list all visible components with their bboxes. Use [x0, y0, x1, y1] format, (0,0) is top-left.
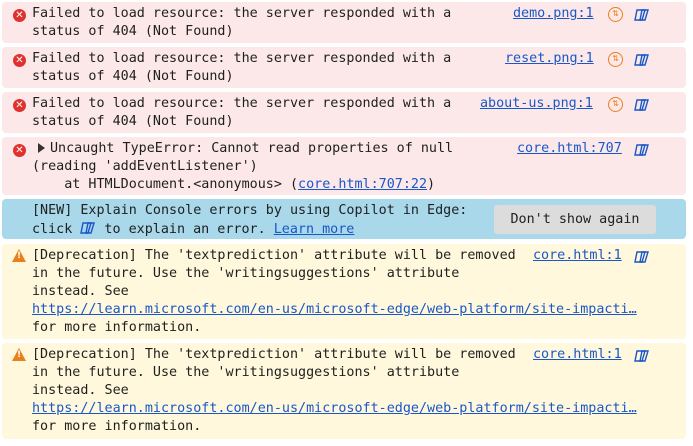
expand-triangle-icon[interactable] — [38, 143, 45, 153]
network-request-icon[interactable]: ⇅ — [608, 7, 623, 22]
dont-show-again-button[interactable]: Don't show again — [494, 205, 656, 234]
stack-trace-text: ) — [427, 177, 436, 192]
message-text: for more information. — [32, 419, 202, 434]
source-link[interactable]: core.html:1 — [533, 346, 622, 364]
message-text: Failed to load resource: the server resp… — [32, 6, 452, 21]
deprecation-url-link[interactable]: https://learn.microsoft.com/en-us/micros… — [32, 301, 637, 319]
message-text: status of 404 (Not Found) — [32, 114, 234, 129]
console-warning-message: ! [Deprecation] The 'textprediction' att… — [2, 343, 686, 439]
console-error-message: ✕ Failed to load resource: the server re… — [2, 92, 686, 133]
stack-trace-link[interactable]: core.html:707:22 — [298, 177, 427, 192]
source-link[interactable]: reset.png:1 — [505, 50, 594, 68]
console-error-message: ✕ Failed to load resource: the server re… — [2, 2, 686, 43]
copilot-explain-icon — [80, 222, 96, 234]
warning-triangle-icon: ! — [12, 348, 26, 361]
message-text: [Deprecation] The 'textprediction' attri… — [32, 248, 516, 263]
copilot-explain-icon[interactable] — [634, 142, 650, 158]
copilot-explain-icon[interactable] — [634, 52, 650, 68]
source-link[interactable]: about-us.png:1 — [480, 95, 593, 113]
source-link[interactable]: demo.png:1 — [513, 5, 594, 23]
console-error-message: ✕ Failed to load resource: the server re… — [2, 47, 686, 88]
console-error-message: ✕ Uncaught TypeError: Cannot read proper… — [2, 137, 686, 195]
copilot-explain-icon[interactable] — [634, 249, 650, 265]
message-text: [Deprecation] The 'textprediction' attri… — [32, 347, 516, 362]
message-text: in the future. Use the 'writingsuggestio… — [32, 266, 460, 281]
banner-text-line: click to explain an error. Learn more — [32, 220, 354, 239]
copilot-banner: [NEW] Explain Console errors by using Co… — [2, 199, 686, 239]
error-circle-icon: ✕ — [13, 144, 26, 157]
network-request-icon[interactable]: ⇅ — [608, 52, 623, 67]
message-text: (reading 'addEventListener') — [32, 159, 258, 174]
banner-text: click — [32, 222, 73, 237]
stack-trace-line: at HTMLDocument.<anonymous> (core.html:7… — [32, 176, 435, 194]
error-circle-icon: ✕ — [13, 9, 26, 22]
message-text: status of 404 (Not Found) — [32, 24, 234, 39]
message-text: for more information. — [32, 320, 202, 335]
copilot-explain-icon[interactable] — [634, 348, 650, 364]
deprecation-url-link[interactable]: https://learn.microsoft.com/en-us/micros… — [32, 400, 637, 418]
source-link[interactable]: core.html:707 — [517, 140, 622, 158]
message-text: Failed to load resource: the server resp… — [32, 96, 452, 111]
warning-triangle-icon: ! — [12, 249, 26, 262]
stack-trace-text: at HTMLDocument.<anonymous> ( — [32, 177, 299, 192]
network-request-icon[interactable]: ⇅ — [608, 97, 623, 112]
error-circle-icon: ✕ — [13, 99, 26, 112]
copilot-explain-icon[interactable] — [634, 97, 650, 113]
console-panel: ✕ Failed to load resource: the server re… — [0, 0, 693, 446]
error-circle-icon: ✕ — [13, 54, 26, 67]
message-text: in the future. Use the 'writingsuggestio… — [32, 365, 460, 380]
message-text: instead. See — [32, 383, 129, 398]
banner-text: [NEW] Explain Console errors by using Co… — [32, 203, 468, 218]
message-text: instead. See — [32, 284, 129, 299]
copilot-explain-icon[interactable] — [634, 7, 650, 23]
message-text: Uncaught TypeError: Cannot read properti… — [50, 141, 454, 156]
learn-more-link[interactable]: Learn more — [274, 222, 355, 237]
message-text: status of 404 (Not Found) — [32, 69, 234, 84]
console-warning-message: ! [Deprecation] The 'textprediction' att… — [2, 244, 686, 339]
message-text: Failed to load resource: the server resp… — [32, 51, 452, 66]
banner-text: to explain an error. — [96, 222, 266, 237]
source-link[interactable]: core.html:1 — [533, 247, 622, 265]
